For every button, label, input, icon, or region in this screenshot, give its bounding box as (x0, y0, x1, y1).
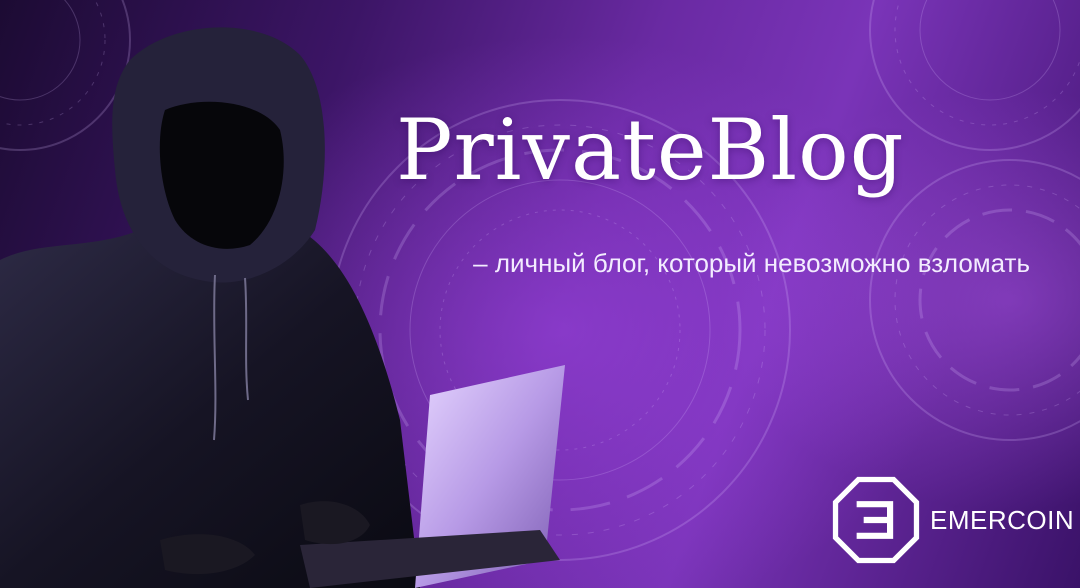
emercoin-logo: EMERCOIN (832, 476, 1074, 564)
page-subtitle: – личный блог, который невозможно взлома… (473, 248, 1030, 278)
page-title: PrivateBlog (396, 101, 905, 199)
logo-text: EMERCOIN (930, 504, 1075, 535)
emercoin-logo-icon (832, 476, 920, 564)
banner: PrivateBlog – личный блог, который невоз… (0, 0, 1080, 588)
